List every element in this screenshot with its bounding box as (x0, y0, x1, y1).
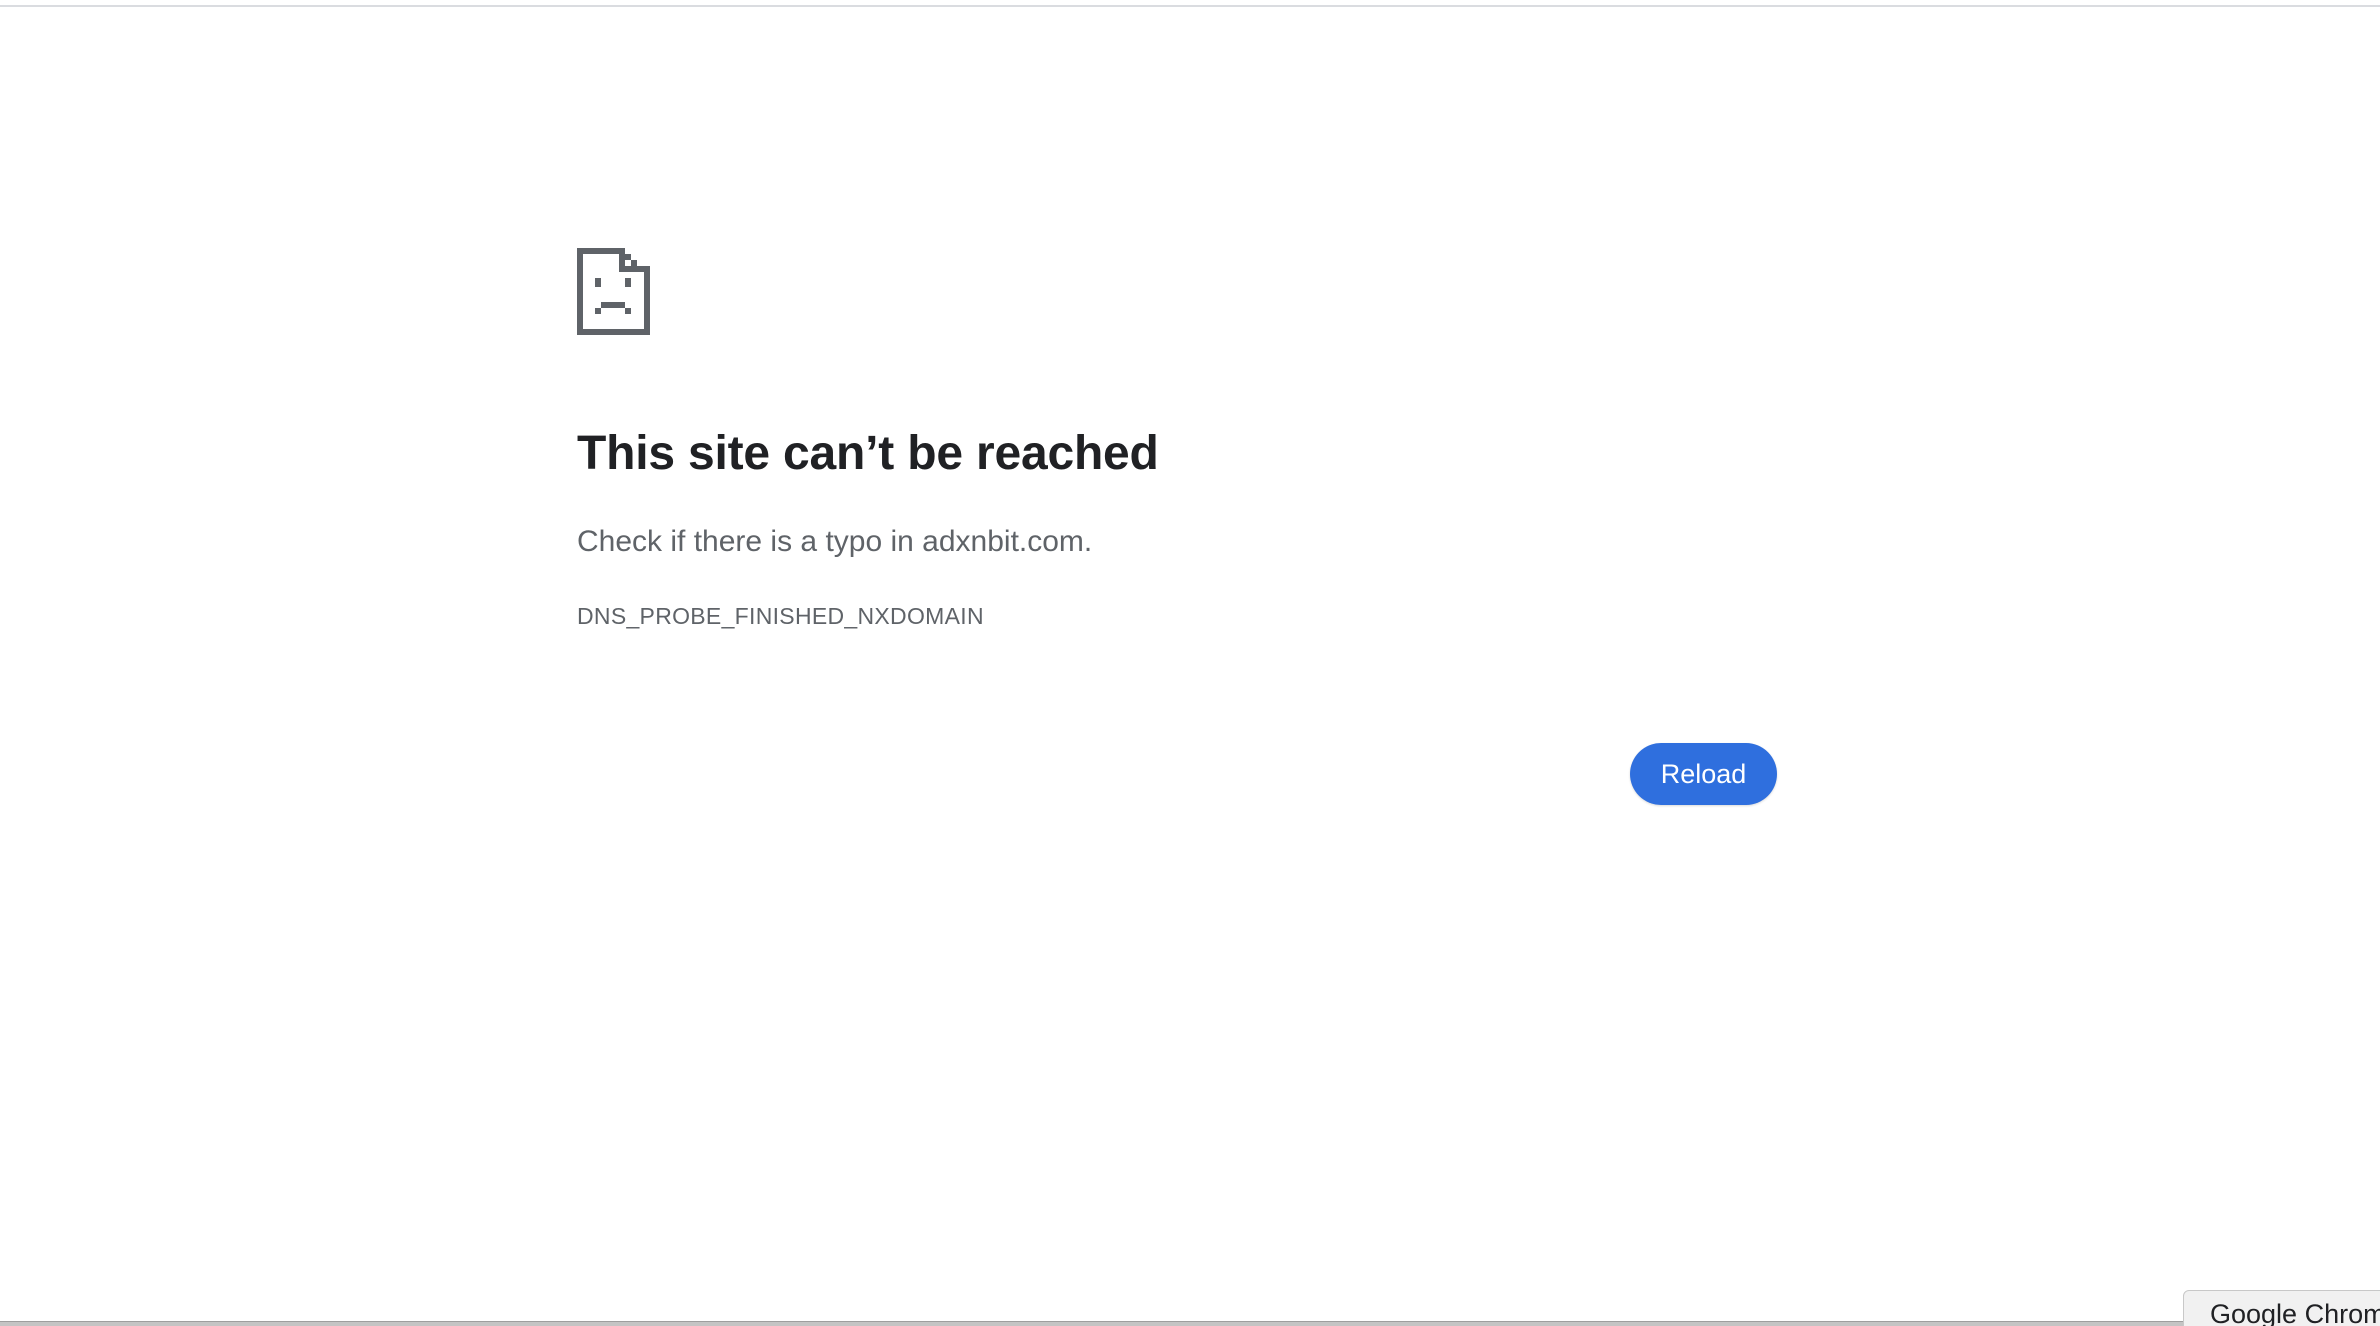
typo-suggestion: Check if there is a typo in adxnbit.com. (577, 525, 1093, 558)
sad-document-icon (577, 248, 650, 335)
error-code: DNS_PROBE_FINISHED_NXDOMAIN (577, 603, 984, 629)
window-bottom-edge (0, 1321, 2380, 1326)
browser-top-border (0, 0, 2380, 7)
error-page: This site can’t be reached Check if ther… (0, 0, 2380, 1326)
page-title: This site can’t be reached (577, 427, 1159, 480)
app-name-tooltip: Google Chrome (2183, 1290, 2380, 1326)
reload-button[interactable]: Reload (1630, 743, 1777, 805)
